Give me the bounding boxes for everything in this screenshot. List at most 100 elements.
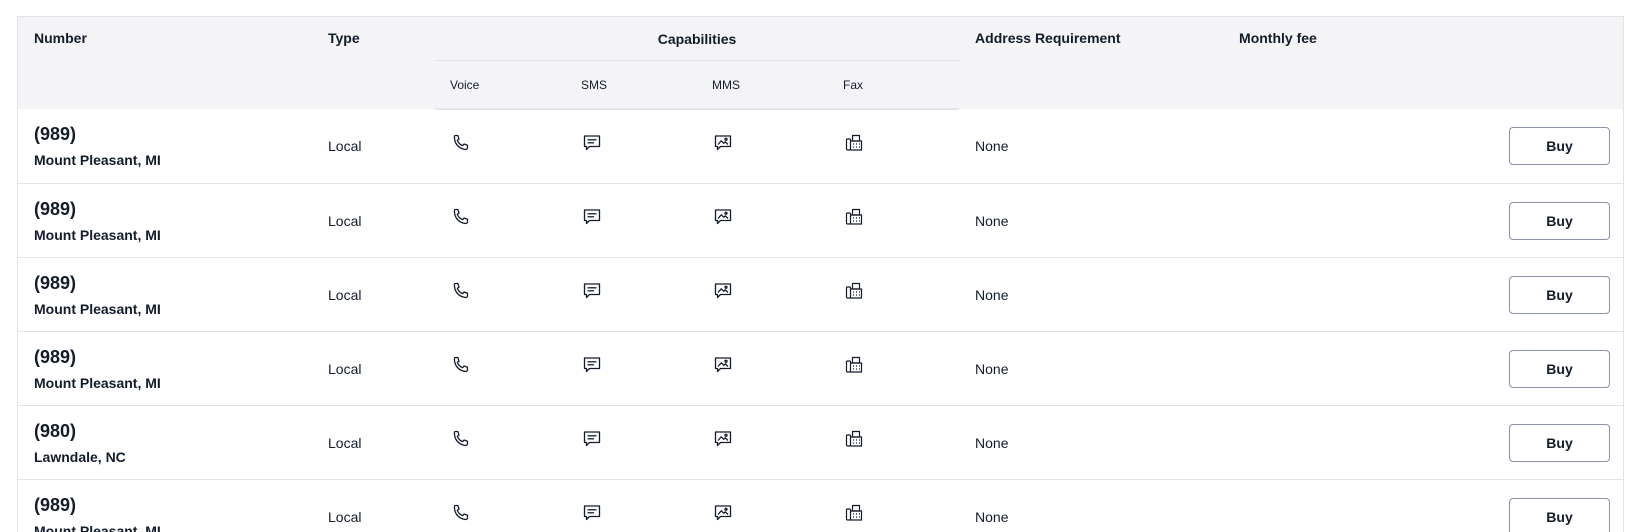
buy-button[interactable]: Buy — [1509, 349, 1611, 388]
buy-button[interactable]: Buy — [1509, 497, 1611, 532]
sms-cell — [566, 479, 697, 532]
fax-icon — [844, 355, 864, 375]
number-location: Lawndale, NC — [34, 448, 126, 465]
sms-cell — [566, 257, 697, 332]
type-cell: Local — [328, 479, 435, 532]
number-location: Mount Pleasant, MI — [34, 522, 161, 532]
table-row: (989) Mount Pleasant, MI Local None Buy — [18, 109, 1623, 184]
mms-cell — [697, 257, 828, 332]
type-cell: Local — [328, 183, 435, 258]
phone-icon — [451, 429, 471, 449]
fax-icon — [844, 429, 864, 449]
sms-cell — [566, 183, 697, 258]
table-body: (989) Mount Pleasant, MI Local None Buy … — [18, 109, 1623, 532]
area-code: (980) — [34, 420, 77, 441]
voice-cell — [435, 109, 566, 184]
number-cell: (989) Mount Pleasant, MI — [18, 183, 328, 258]
number-cell: (989) Mount Pleasant, MI — [18, 109, 328, 184]
table-row: (989) Mount Pleasant, MI Local None Buy — [18, 479, 1623, 532]
address-cell: None — [959, 479, 1240, 532]
voice-cell — [435, 257, 566, 332]
mms-icon — [713, 503, 733, 523]
sms-icon — [582, 133, 602, 153]
fax-icon — [844, 133, 864, 153]
number-cell: (989) Mount Pleasant, MI — [18, 331, 328, 406]
header-sms: SMS — [566, 60, 697, 110]
buy-button[interactable]: Buy — [1509, 127, 1611, 165]
number-location: Mount Pleasant, MI — [34, 300, 161, 317]
header-type: Type — [328, 17, 435, 109]
number-location: Mount Pleasant, MI — [34, 226, 161, 243]
mms-icon — [713, 355, 733, 375]
sms-cell — [566, 405, 697, 480]
table-row: (989) Mount Pleasant, MI Local None Buy — [18, 183, 1623, 258]
fee-cell: Buy — [1239, 183, 1623, 258]
type-cell: Local — [328, 405, 435, 480]
phone-numbers-table-container: Number Type Capabilities Address Require… — [17, 16, 1624, 532]
buy-button[interactable]: Buy — [1509, 275, 1611, 314]
sms-cell — [566, 109, 697, 184]
type-cell: Local — [328, 109, 435, 184]
mms-icon — [713, 133, 733, 153]
address-cell: None — [959, 405, 1240, 480]
sms-icon — [582, 355, 602, 375]
area-code: (989) — [34, 494, 77, 515]
fax-cell — [828, 109, 960, 184]
sms-icon — [582, 207, 602, 227]
fax-icon — [844, 281, 864, 301]
mms-cell — [697, 479, 828, 532]
sms-cell — [566, 331, 697, 406]
phone-icon — [451, 281, 471, 301]
table-row: (989) Mount Pleasant, MI Local None Buy — [18, 331, 1623, 406]
voice-cell — [435, 405, 566, 480]
fax-icon — [844, 503, 864, 523]
fee-cell: Buy — [1239, 109, 1623, 184]
fax-icon — [844, 207, 864, 227]
mms-cell — [697, 109, 828, 184]
phone-icon — [451, 503, 471, 523]
mms-icon — [713, 281, 733, 301]
header-number: Number — [18, 17, 328, 109]
area-code: (989) — [34, 346, 77, 367]
phone-icon — [451, 207, 471, 227]
table-row: (980) Lawndale, NC Local None Buy — [18, 405, 1623, 480]
fax-cell — [828, 331, 960, 406]
voice-cell — [435, 331, 566, 406]
address-cell: None — [959, 257, 1240, 332]
number-cell: (980) Lawndale, NC — [18, 405, 328, 480]
sms-icon — [582, 281, 602, 301]
fee-cell: Buy — [1239, 331, 1623, 406]
number-location: Mount Pleasant, MI — [34, 374, 161, 391]
header-mms: MMS — [697, 60, 828, 110]
phone-icon — [451, 133, 471, 153]
fax-cell — [828, 183, 960, 258]
buy-button[interactable]: Buy — [1509, 423, 1611, 462]
address-cell: None — [959, 183, 1240, 258]
type-cell: Local — [328, 331, 435, 406]
phone-icon — [451, 355, 471, 375]
fax-cell — [828, 257, 960, 332]
area-code: (989) — [34, 272, 77, 293]
table-row: (989) Mount Pleasant, MI Local None Buy — [18, 257, 1623, 332]
type-cell: Local — [328, 257, 435, 332]
fax-cell — [828, 405, 960, 480]
number-cell: (989) Mount Pleasant, MI — [18, 257, 328, 332]
mms-cell — [697, 183, 828, 258]
number-location: Mount Pleasant, MI — [34, 152, 161, 168]
fax-cell — [828, 479, 960, 532]
sms-icon — [582, 429, 602, 449]
area-code: (989) — [34, 198, 77, 219]
address-cell: None — [959, 331, 1240, 406]
header-monthly-fee: Monthly fee — [1239, 17, 1623, 109]
fee-cell: Buy — [1239, 479, 1623, 532]
mms-icon — [713, 207, 733, 227]
address-cell: None — [959, 109, 1240, 184]
fee-cell: Buy — [1239, 257, 1623, 332]
fee-cell: Buy — [1239, 405, 1623, 480]
area-code: (989) — [34, 124, 77, 144]
mms-cell — [697, 405, 828, 480]
header-voice: Voice — [435, 60, 566, 110]
header-capabilities: Capabilities — [435, 17, 960, 61]
buy-button[interactable]: Buy — [1509, 201, 1611, 240]
mms-cell — [697, 331, 828, 406]
